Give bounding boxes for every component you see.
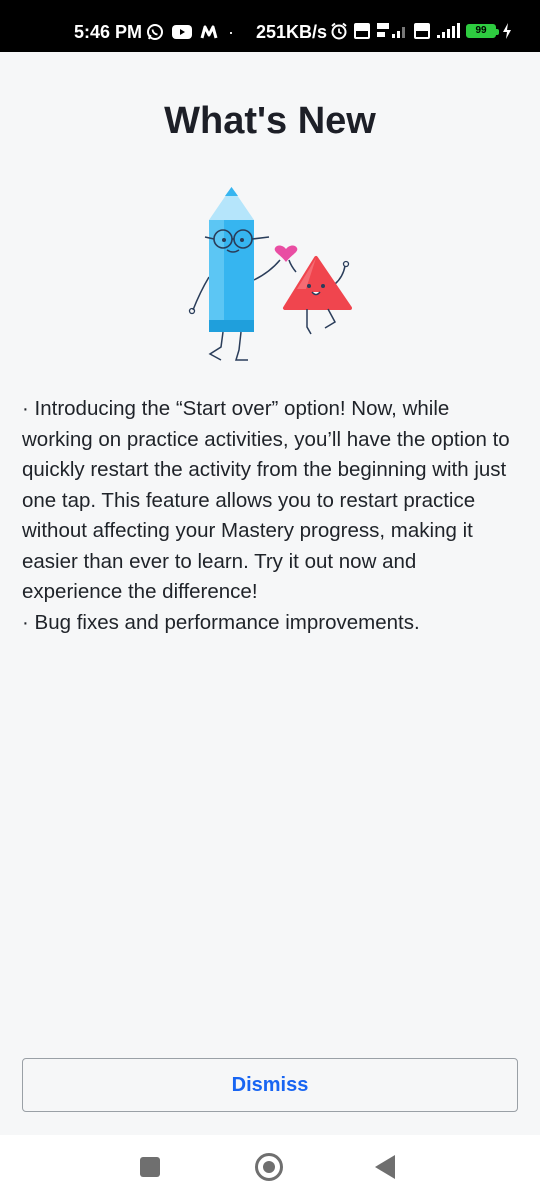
status-bar: 5:46 PM · 251KB/s 99 (0, 0, 540, 52)
whatsapp-icon (147, 24, 163, 40)
notification-icons (146, 23, 218, 41)
navigation-bar (0, 1135, 540, 1200)
back-icon[interactable] (375, 1155, 395, 1179)
release-note-item: · Bug fixes and performance improvements… (22, 610, 420, 634)
battery-tip (496, 29, 499, 35)
network-speed: 251KB/s (256, 22, 328, 42)
battery-icon: 99 (466, 24, 499, 38)
signal-5g-icon (377, 23, 405, 38)
recent-apps-icon[interactable] (140, 1157, 160, 1177)
alarm-icon (331, 22, 347, 40)
release-note-item: · Introducing the “Start over” option! N… (22, 397, 510, 603)
home-icon[interactable] (255, 1153, 283, 1181)
pencil-triangle-illustration (188, 187, 352, 361)
volte-icon (414, 23, 430, 39)
dismiss-button[interactable]: Dismiss (22, 1058, 518, 1112)
battery-level: 99 (475, 25, 487, 36)
status-separator-dot: · (228, 22, 234, 42)
home-icon-inner (263, 1161, 275, 1173)
page-title: What's New (164, 100, 376, 142)
signal-icon (437, 23, 460, 38)
charging-icon (503, 23, 511, 39)
app-m-icon (200, 25, 218, 39)
status-time: 5:46 PM (74, 22, 143, 42)
release-notes: · Introducing the “Start over” option! N… (22, 394, 522, 638)
youtube-icon (172, 25, 192, 39)
system-icons: 99 (330, 22, 512, 40)
volte-icon (354, 23, 370, 39)
